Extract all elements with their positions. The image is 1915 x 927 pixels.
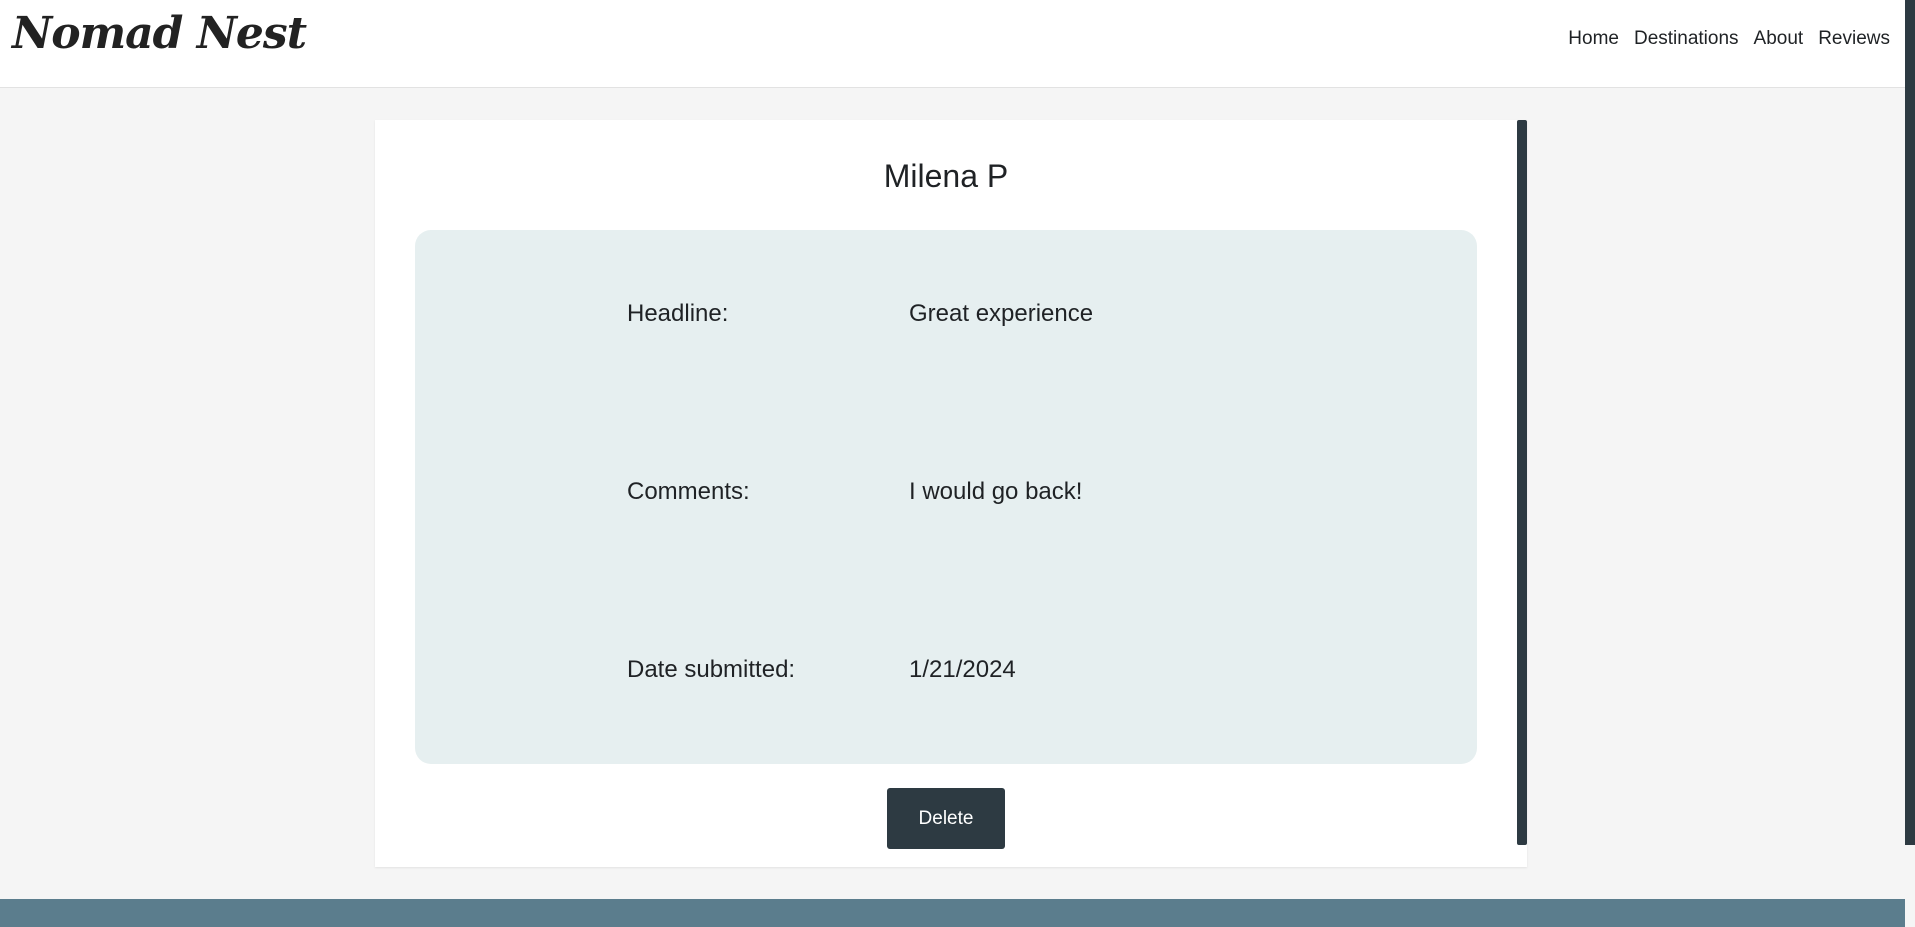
reviewer-name: Milena P [883, 158, 1009, 194]
field-value: 1/21/2024 [909, 656, 1016, 683]
site-header: Nomad Nest Home Destinations About Revie… [0, 0, 1905, 88]
field-label: Headline: [627, 300, 729, 327]
site-logo[interactable]: Nomad Nest [12, 8, 307, 59]
nav-link-destinations[interactable]: Destinations [1634, 28, 1739, 50]
nav-link-home[interactable]: Home [1568, 28, 1619, 50]
field-label: Comments: [627, 478, 750, 505]
review-field-headline: Headline: Great experience [627, 300, 1327, 328]
site-footer [0, 899, 1905, 927]
card-scrollbar[interactable] [1517, 120, 1527, 845]
review-field-date: Date submitted: 1/21/2024 [627, 656, 1327, 684]
nav-link-reviews[interactable]: Reviews [1818, 28, 1890, 50]
field-label: Date submitted: [627, 656, 796, 683]
scrollbar-corner [1905, 899, 1915, 927]
review-card: Milena P Headline: Great experience Comm… [375, 120, 1527, 867]
page-scrollbar[interactable] [1905, 0, 1915, 845]
nav-link-about[interactable]: About [1754, 28, 1804, 50]
review-details: Headline: Great experience Comments: I w… [415, 230, 1477, 764]
review-field-comments: Comments: I would go back! [627, 478, 1327, 506]
main-nav: Home Destinations About Reviews [1568, 28, 1890, 50]
field-value: I would go back! [909, 478, 1083, 505]
delete-button[interactable]: Delete [887, 788, 1005, 849]
field-value: Great experience [909, 300, 1094, 327]
